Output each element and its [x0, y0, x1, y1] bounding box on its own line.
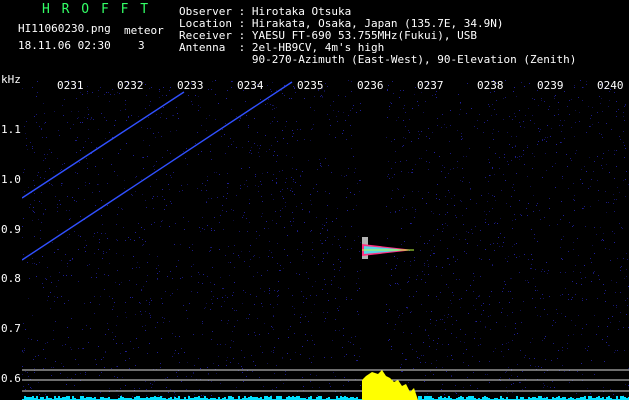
x-tick-label: 0234 [237, 79, 264, 92]
hrofft-screen: H R O F F T HI11060230.png meteor 18.11.… [0, 0, 629, 400]
x-tick-label: 0236 [357, 79, 384, 92]
app-title: H R O F F T [42, 2, 151, 17]
x-tick-label: 0239 [537, 79, 564, 92]
y-tick-label: 0.7 [1, 322, 21, 335]
antenna-detail: 90-270-Azimuth (East-West), 90-Elevation… [179, 53, 577, 66]
spectrogram-plot [22, 80, 629, 400]
meteor-trail-1 [22, 91, 185, 199]
signal-baseline [22, 396, 629, 400]
signal-histogram [362, 370, 418, 400]
x-tick-label: 0237 [417, 79, 444, 92]
noise-layer [22, 80, 629, 400]
meteor-count: 3 [138, 39, 145, 52]
y-tick-label: 1.0 [1, 173, 21, 186]
x-tick-label: 0231 [57, 79, 84, 92]
x-tick-label: 0233 [177, 79, 204, 92]
y-tick-label: 0.8 [1, 272, 21, 285]
x-tick-label: 0235 [297, 79, 324, 92]
timestamp: 18.11.06 02:30 [18, 39, 111, 52]
x-tick-label: 0232 [117, 79, 144, 92]
x-tick-label: 0240 [597, 79, 624, 92]
meteor-label: meteor [124, 24, 164, 37]
y-tick-label: 1.1 [1, 123, 21, 136]
axis-unit-label: kHz [1, 73, 21, 86]
file-name: HI11060230.png [18, 22, 111, 35]
y-tick-label: 0.9 [1, 223, 21, 236]
y-tick-label: 0.6 [1, 372, 21, 385]
x-tick-label: 0238 [477, 79, 504, 92]
